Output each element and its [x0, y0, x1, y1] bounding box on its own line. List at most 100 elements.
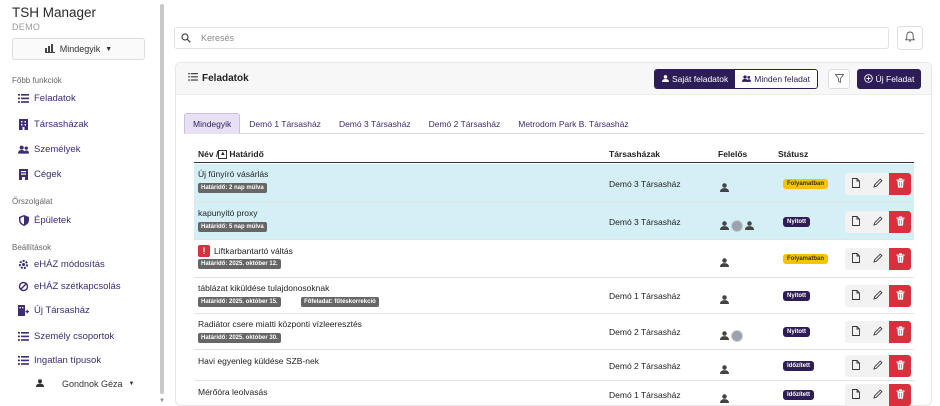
user-menu[interactable]: Gondnok Géza ▼ — [36, 379, 135, 389]
delete-button[interactable] — [889, 384, 911, 406]
new-task-button[interactable]: Új Feladat — [857, 69, 921, 89]
task-title[interactable]: táblázat kiküldése tulajdonosoknak — [198, 283, 329, 293]
tab-demo1[interactable]: Demó 1 Társasház — [240, 113, 330, 134]
status-badge: Folyamatban — [783, 179, 829, 189]
column-owner[interactable]: Felelős — [718, 149, 747, 159]
user-name: Gondnok Géza — [62, 379, 123, 389]
building-icon — [18, 118, 29, 130]
view-button[interactable] — [845, 321, 867, 343]
sidebar-item-ehaz-modositas[interactable]: eHÁZ módosítás — [18, 256, 105, 272]
delete-button[interactable] — [889, 248, 911, 270]
table-row[interactable]: ! Liftkarbantartó váltás Határidő: 2025. o… — [194, 240, 914, 278]
house-name: Demó 2 Társasház — [609, 361, 681, 371]
user-icon — [720, 179, 729, 197]
list-icon — [188, 73, 198, 84]
delete-button[interactable] — [889, 173, 911, 195]
column-status[interactable]: Státusz — [778, 149, 808, 159]
edit-button[interactable] — [867, 355, 889, 377]
new-task-label: Új Feladat — [875, 74, 915, 84]
own-tasks-button[interactable]: Saját feladatok — [655, 70, 736, 88]
sidebar-item-feladatok[interactable]: Feladatok — [18, 90, 76, 106]
view-button[interactable] — [845, 285, 867, 307]
table-row[interactable]: kapunyitó proxy Határidő: 5 nap múlva Demó… — [194, 203, 914, 240]
status-badge: Időzített — [783, 390, 814, 400]
sidebar-scroll-thumb[interactable] — [160, 4, 164, 394]
table-row[interactable]: Radiátor csere miatti központi vízleeres… — [194, 314, 914, 350]
task-title[interactable]: ! Liftkarbantartó váltás — [198, 245, 293, 257]
tab-demo3[interactable]: Demó 3 Társasház — [330, 113, 420, 134]
edit-button[interactable] — [867, 211, 889, 233]
table-header: Név / ▲ Határidő Társasházak Felelős Stá… — [194, 146, 914, 163]
all-tasks-button[interactable]: Minden feladat — [735, 70, 817, 88]
tab-demo2[interactable]: Demó 2 Társasház — [420, 113, 510, 134]
delete-button[interactable] — [889, 285, 911, 307]
table-row[interactable]: Havi egyenleg küldése SZB-nek Demó 2 Társ… — [194, 350, 914, 381]
view-button[interactable] — [845, 173, 867, 195]
sidebar-item-label: eHÁZ módosítás — [34, 258, 105, 270]
task-title[interactable]: Új fűnyíró vásárlás — [198, 169, 268, 179]
scroll-down-arrow[interactable]: ▼ — [159, 398, 165, 404]
table-row[interactable]: Új fűnyíró vásárlás Határidő: 2 nap múlva… — [194, 164, 914, 203]
sidebar-item-label: Személyek — [34, 143, 81, 155]
task-title-text: Radiátor csere miatti központi vízleeres… — [198, 319, 362, 329]
edit-button[interactable] — [867, 285, 889, 307]
deadline-badge: Határidő: 2 nap múlva — [198, 183, 267, 193]
user-icon — [720, 361, 729, 379]
task-title[interactable]: kapunyitó proxy — [198, 208, 258, 218]
owner-avatars — [720, 254, 729, 272]
sidebar: TSH Manager DEMO Mindegyik ▼ Főbb funkci… — [0, 0, 162, 406]
delete-button[interactable] — [889, 321, 911, 343]
bell-icon — [904, 29, 916, 47]
table-row[interactable]: Mérőóra leolvasás Demó 1 Társasház Időzíte… — [194, 381, 914, 406]
sidebar-item-cegek[interactable]: Cégek — [18, 166, 61, 182]
view-button[interactable] — [845, 355, 867, 377]
sidebar-item-uj-tarsashaz[interactable]: Új Társasház — [18, 302, 90, 318]
trash-icon — [896, 357, 905, 375]
sort-up-icon[interactable]: ▲ — [218, 149, 228, 159]
house-name: Demó 1 Társasház — [609, 390, 681, 400]
task-title-text: táblázat kiküldése tulajdonosoknak — [198, 283, 330, 293]
pencil-icon — [873, 250, 883, 268]
task-title[interactable]: Radiátor csere miatti központi vízleeres… — [198, 319, 362, 329]
document-icon — [852, 250, 860, 268]
house-name: Demó 3 Társasház — [609, 179, 681, 189]
row-actions — [845, 285, 911, 307]
tab-metrodom[interactable]: Metrodom Park B. Társasház — [509, 113, 637, 134]
edit-button[interactable] — [867, 173, 889, 195]
view-button[interactable] — [845, 384, 867, 406]
sidebar-item-ehaz-szetkapcsolas[interactable]: eHÁZ szétkapcsolás — [18, 278, 121, 294]
search-input[interactable] — [197, 33, 797, 43]
tab-mindegyik[interactable]: Mindegyik — [184, 113, 241, 134]
filter-button[interactable] — [828, 69, 850, 89]
sidebar-item-epuletek[interactable]: Épületek — [18, 212, 71, 228]
row-actions — [845, 321, 911, 343]
house-filter-dropdown[interactable]: Mindegyik ▼ — [12, 38, 145, 60]
edit-button[interactable] — [867, 321, 889, 343]
sidebar-item-ingatlan-tipusok[interactable]: Ingatlan típusok — [18, 352, 101, 368]
notifications-button[interactable] — [897, 26, 923, 50]
row-actions — [845, 248, 911, 270]
sidebar-item-tarsashazak[interactable]: Társasházak — [18, 116, 88, 132]
sidebar-item-label: Épületek — [34, 214, 71, 226]
column-house[interactable]: Társasházak — [609, 149, 660, 159]
users-icon — [18, 144, 29, 155]
view-button[interactable] — [845, 211, 867, 233]
task-scope-toggle: Saját feladatok Minden feladat — [654, 69, 818, 89]
column-name[interactable]: Név / ▲ Határidő — [198, 149, 264, 159]
table-row[interactable]: táblázat kiküldése tulajdonosoknak Határi… — [194, 278, 914, 314]
task-title[interactable]: Mérőóra leolvasás — [198, 387, 267, 397]
trash-icon — [896, 250, 905, 268]
task-title-text: Új fűnyíró vásárlás — [198, 169, 269, 179]
task-title[interactable]: Havi egyenleg küldése SZB-nek — [198, 356, 319, 366]
delete-button[interactable] — [889, 211, 911, 233]
search-bar — [174, 27, 889, 49]
edit-button[interactable] — [867, 248, 889, 270]
edit-button[interactable] — [867, 384, 889, 406]
view-button[interactable] — [845, 248, 867, 270]
sidebar-item-label: Ingatlan típusok — [34, 354, 102, 366]
sidebar-item-szemely-csoportok[interactable]: Személy csoportok — [18, 328, 114, 344]
section-title-guard: Őrszolgálat — [12, 197, 53, 206]
delete-button[interactable] — [889, 355, 911, 377]
chart-icon — [44, 43, 55, 55]
sidebar-item-szemelyek[interactable]: Személyek — [18, 141, 80, 157]
